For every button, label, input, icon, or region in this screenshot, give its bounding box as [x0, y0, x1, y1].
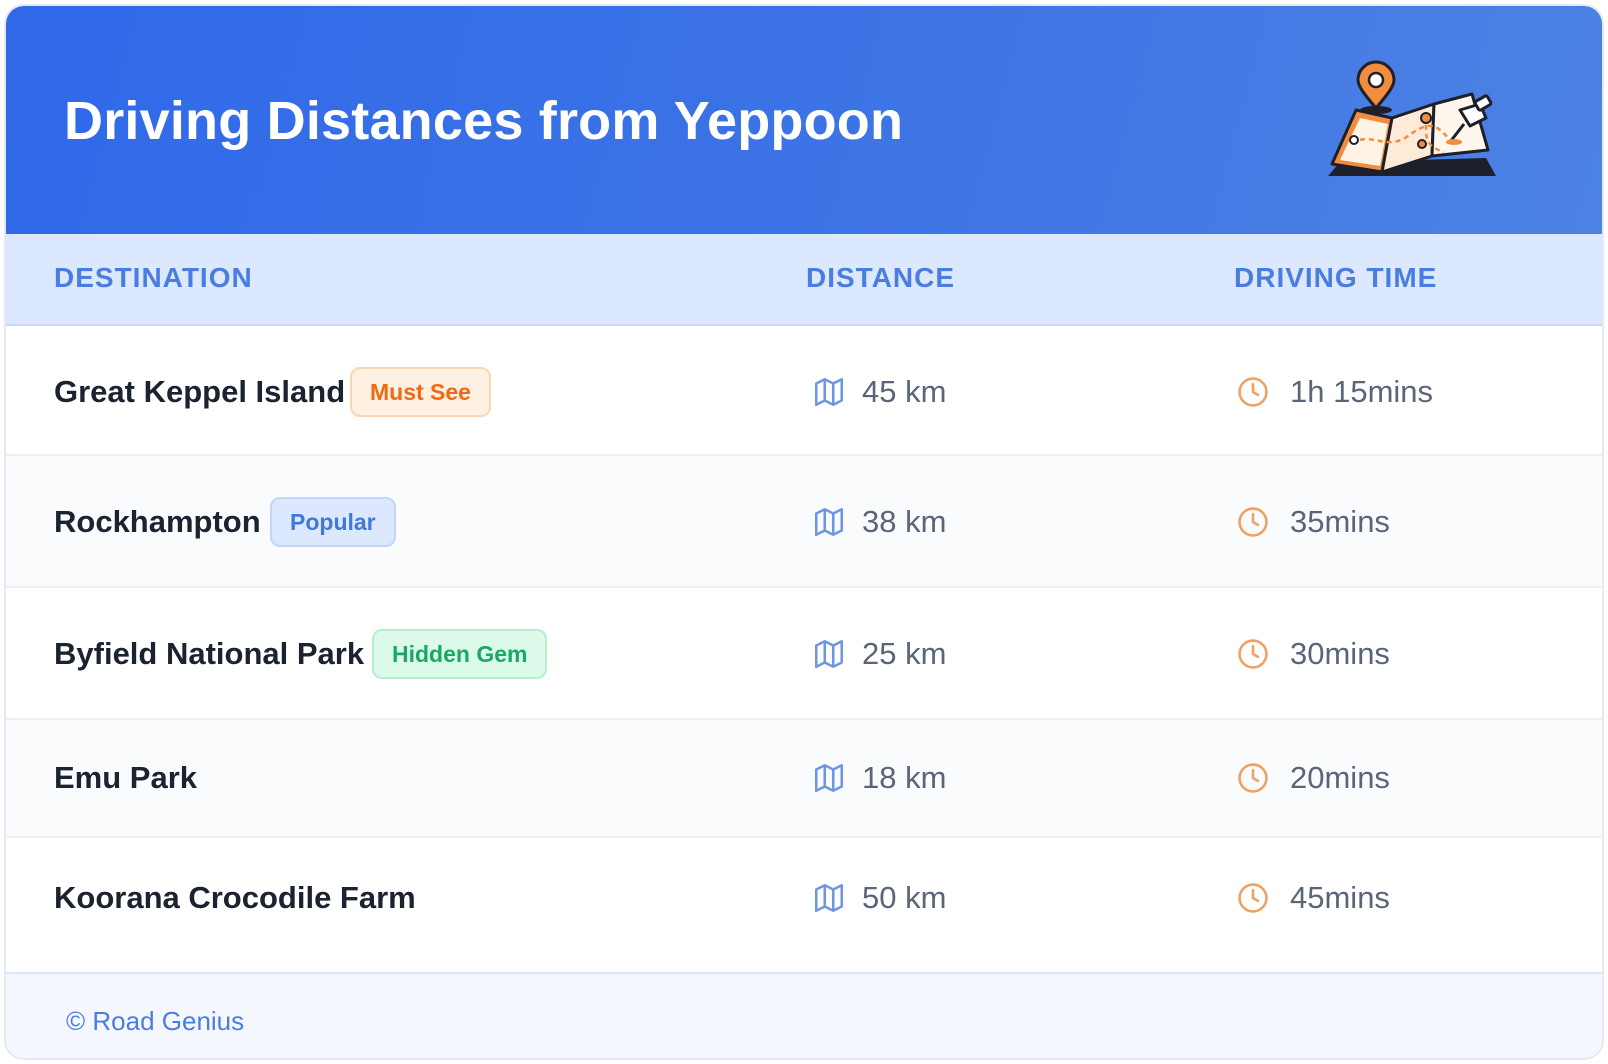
clock-icon	[1238, 763, 1268, 793]
driving-time-value: 35mins	[1290, 504, 1390, 539]
destination-name: Emu Park	[54, 760, 198, 795]
table-row: Great Keppel Island Must See 45 km 1h 15…	[6, 326, 1602, 456]
clock-icon	[1238, 377, 1268, 407]
folded-map-with-pins-icon	[1328, 60, 1496, 176]
distance-value: 25 km	[862, 636, 947, 671]
column-header-distance: DISTANCE	[806, 262, 956, 293]
distance-card: Driving Distances from Yeppoon DESTINATI…	[4, 4, 1604, 1060]
destination-name: Koorana Crocodile Farm	[54, 880, 416, 915]
map-icon	[814, 639, 844, 669]
driving-time-value: 45mins	[1290, 880, 1390, 915]
destination-name: Byfield National Park	[54, 636, 365, 671]
map-icon	[814, 763, 844, 793]
map-icon	[814, 377, 844, 407]
status-badge: Popular	[270, 497, 396, 547]
column-header-destination: DESTINATION	[54, 262, 253, 293]
driving-time-value: 20mins	[1290, 760, 1390, 795]
clock-icon	[1238, 507, 1268, 537]
distance-value: 45 km	[862, 374, 947, 409]
distance-value: 38 km	[862, 504, 947, 539]
driving-time-value: 30mins	[1290, 636, 1390, 671]
distance-value: 50 km	[862, 880, 947, 915]
table-row: Emu Park 18 km 20mins	[6, 720, 1602, 838]
page-title: Driving Distances from Yeppoon	[64, 91, 904, 151]
destination-name: Great Keppel Island	[54, 374, 346, 409]
driving-time-value: 1h 15mins	[1290, 374, 1434, 409]
clock-icon	[1238, 883, 1268, 913]
clock-icon	[1238, 639, 1268, 669]
status-badge: Must See	[350, 367, 491, 417]
map-icon	[814, 883, 844, 913]
column-header-driving-time: DRIVING TIME	[1234, 262, 1438, 293]
card-header: Driving Distances from Yeppoon	[6, 6, 1602, 234]
table-row: Rockhampton Popular 38 km 35mins	[6, 456, 1602, 588]
card-footer: © Road Genius	[6, 972, 1602, 1058]
footer-credit: © Road Genius	[66, 1006, 245, 1036]
status-badge: Hidden Gem	[372, 629, 548, 679]
table-header-row: DESTINATION DISTANCE DRIVING TIME	[6, 234, 1602, 326]
distance-value: 18 km	[862, 760, 947, 795]
table-row: Koorana Crocodile Farm 50 km 45mins	[6, 838, 1602, 972]
table-row: Byfield National Park Hidden Gem 25 km 3…	[6, 588, 1602, 720]
map-icon	[814, 507, 844, 537]
destination-name: Rockhampton	[54, 504, 261, 539]
